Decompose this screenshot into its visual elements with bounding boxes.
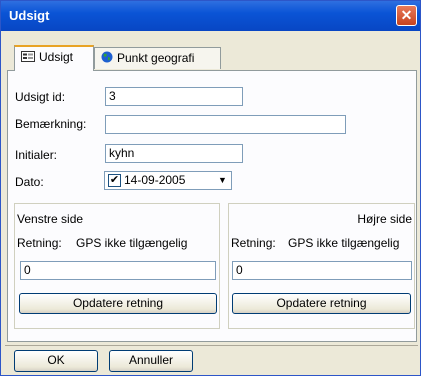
window-title: Udsigt <box>9 8 50 23</box>
tab-udsigt-label: Udsigt <box>39 50 74 64</box>
cancel-button[interactable]: Annuller <box>109 350 193 372</box>
date-value: 14-09-2005 <box>124 173 186 187</box>
date-picker[interactable]: ✔ 14-09-2005 ▼ <box>104 171 232 190</box>
remark-label: Bemærkning: <box>15 117 87 131</box>
title-bar[interactable]: Udsigt ✕ <box>1 1 420 31</box>
tab-punkt-geografi-label: Punkt geografi <box>117 51 195 65</box>
ok-button[interactable]: OK <box>14 350 98 372</box>
left-side-group: Venstre side Retning: GPS ikke tilgængel… <box>14 203 220 329</box>
divider <box>5 345 418 346</box>
left-direction-label: Retning: <box>17 236 62 250</box>
chevron-down-icon[interactable]: ▼ <box>215 173 230 188</box>
right-direction-status: GPS ikke tilgængelig <box>288 236 400 250</box>
tab-udsigt[interactable]: Udsigt <box>14 45 94 71</box>
tab-punkt-geografi[interactable]: Punkt geografi <box>94 47 221 69</box>
id-label: Udsigt id: <box>15 90 66 104</box>
right-direction-field[interactable]: 0 <box>232 261 412 280</box>
date-label: Dato: <box>15 175 44 189</box>
globe-icon <box>101 49 113 69</box>
initials-field[interactable]: kyhn <box>105 144 243 163</box>
right-side-title: Højre side <box>357 212 412 226</box>
right-direction-label: Retning: <box>231 236 276 250</box>
dialog-window: Udsigt ✕ Udsigt Punkt geografi Udsigt id… <box>0 0 421 376</box>
form-icon <box>21 48 35 68</box>
left-update-direction-button[interactable]: Opdatere retning <box>19 293 217 314</box>
close-button[interactable]: ✕ <box>396 5 417 26</box>
right-side-group: Højre side Retning: GPS ikke tilgængelig… <box>228 203 415 329</box>
remark-field[interactable] <box>105 115 346 134</box>
right-update-direction-button[interactable]: Opdatere retning <box>232 293 411 314</box>
date-checkbox[interactable]: ✔ <box>108 174 121 187</box>
initials-label: Initialer: <box>15 148 58 162</box>
id-field[interactable]: 3 <box>105 87 243 106</box>
left-direction-field[interactable]: 0 <box>20 261 216 280</box>
left-side-title: Venstre side <box>17 212 84 226</box>
left-direction-status: GPS ikke tilgængelig <box>76 236 188 250</box>
